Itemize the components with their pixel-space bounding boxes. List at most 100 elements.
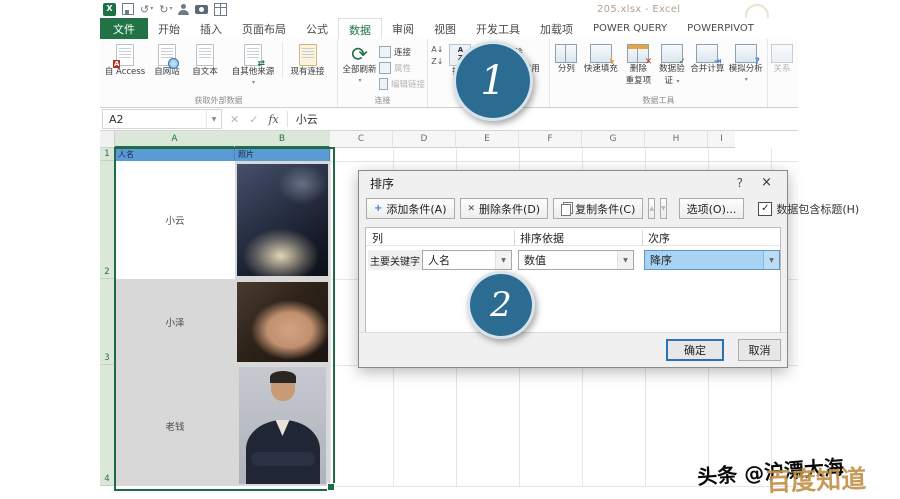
column-dropdown[interactable]: 人名 ▼	[422, 250, 512, 270]
tab-power-query[interactable]: POWER QUERY	[583, 18, 677, 39]
confirm-entry-icon[interactable]: ✓	[249, 113, 258, 126]
options-button[interactable]: 选项(O)...	[678, 198, 745, 219]
cell-b1[interactable]: 照片	[235, 148, 330, 161]
tab-powerpivot[interactable]: POWERPIVOT	[677, 18, 764, 39]
refresh-all-button[interactable]: ⟳ 全部刷新 ▾	[340, 42, 379, 85]
from-web-button[interactable]: 自网站	[148, 42, 186, 78]
quick-access-toolbar: X ↺ ▾ ↻ ▾	[103, 2, 228, 16]
cell-b2[interactable]	[235, 161, 330, 279]
tab-home[interactable]: 开始	[148, 18, 190, 39]
undo-icon[interactable]: ↺ ▾	[140, 4, 153, 15]
user-icon[interactable]	[178, 3, 190, 15]
column-header-g[interactable]: G	[582, 131, 645, 148]
tab-page-layout[interactable]: 页面布局	[232, 18, 296, 39]
cell-a2-active[interactable]: 小云	[115, 161, 235, 279]
sort-dialog-titlebar[interactable]: 排序 ? ×	[359, 171, 787, 195]
column-header-f[interactable]: F	[519, 131, 582, 148]
column-header-e[interactable]: E	[456, 131, 519, 148]
help-icon[interactable]: ?	[737, 176, 743, 190]
properties-button[interactable]: 属性	[379, 62, 425, 74]
ok-button[interactable]: 确定	[666, 339, 724, 361]
text-to-columns-icon	[555, 44, 578, 63]
close-icon[interactable]: ×	[761, 175, 772, 190]
relationships-icon	[771, 44, 793, 63]
add-level-icon: +	[374, 203, 383, 214]
copy-level-icon	[561, 203, 572, 216]
row-header-1[interactable]: 1	[100, 148, 115, 161]
chevron-down-icon: ▾	[251, 78, 255, 86]
sort-on-dropdown[interactable]: 数值 ▼	[518, 250, 634, 270]
tab-insert[interactable]: 插入	[190, 18, 232, 39]
column-header-b[interactable]: B	[235, 131, 330, 148]
delete-condition-button[interactable]: ✕ 删除条件(D)	[459, 198, 549, 219]
text-to-columns-button[interactable]: 分列	[552, 42, 581, 75]
remove-duplicates-button[interactable]: ✕ 删除 重复项	[621, 42, 656, 87]
text-file-icon	[196, 44, 214, 66]
checkbox-checked-icon: ✓	[758, 201, 773, 216]
tab-view[interactable]: 视图	[424, 18, 466, 39]
edit-links-icon	[379, 78, 388, 90]
group-get-external-data: A 自 Access 自网站 自文本 ⇄ 自其他来源 ▾ 现有连接 获取外部数据	[100, 39, 338, 107]
cancel-button[interactable]: 取消	[738, 339, 781, 361]
existing-connections-button[interactable]: 现有连接	[282, 42, 332, 78]
cancel-entry-icon[interactable]: ✕	[230, 113, 239, 126]
table-icon[interactable]	[214, 2, 228, 16]
select-all-corner[interactable]	[100, 131, 115, 148]
relationships-button[interactable]: 关系	[770, 42, 794, 75]
connections-button[interactable]: 连接	[379, 46, 425, 58]
cell-a4[interactable]: 老钱	[115, 365, 235, 486]
cell-b4[interactable]	[235, 365, 330, 486]
cell-b3[interactable]	[235, 279, 330, 365]
name-box-dropdown-icon[interactable]: ▼	[206, 110, 221, 128]
delete-level-icon: ✕	[467, 203, 476, 214]
ribbon: A 自 Access 自网站 自文本 ⇄ 自其他来源 ▾ 现有连接 获取外部数据	[100, 39, 798, 108]
from-text-button[interactable]: 自文本	[186, 42, 224, 78]
column-header-d[interactable]: D	[393, 131, 456, 148]
fill-handle[interactable]	[327, 483, 335, 491]
from-other-sources-button[interactable]: ⇄ 自其他来源 ▾	[224, 42, 282, 87]
move-up-button[interactable]: ▲	[648, 198, 655, 219]
order-dropdown[interactable]: 降序 ▼	[644, 250, 780, 270]
row-header-4[interactable]: 4	[100, 365, 115, 486]
tab-review[interactable]: 审阅	[382, 18, 424, 39]
tab-formulas[interactable]: 公式	[296, 18, 338, 39]
data-validation-button[interactable]: ✓ 数据验 证 ▾	[656, 42, 689, 87]
sort-dialog-footer: 确定 取消	[359, 332, 787, 367]
chevron-down-icon: ▼	[617, 251, 633, 269]
sort-ascending-icon[interactable]: A↓	[431, 46, 443, 54]
name-box[interactable]: A2 ▼	[102, 109, 222, 129]
tab-developer[interactable]: 开发工具	[466, 18, 530, 39]
existing-connections-icon	[298, 44, 317, 66]
column-header-a[interactable]: A	[115, 131, 235, 148]
cell-a1[interactable]: 人名	[115, 148, 235, 161]
copy-condition-button[interactable]: 复制条件(C)	[553, 198, 644, 219]
data-validation-icon: ✓	[660, 44, 686, 67]
row-header-3[interactable]: 3	[100, 279, 115, 365]
insert-function-icon[interactable]: fx	[268, 113, 278, 126]
tab-file[interactable]: 文件	[100, 18, 148, 39]
ribbon-tabs: 文件 开始 插入 页面布局 公式 数据 审阅 视图 开发工具 加载项 POWER…	[100, 18, 798, 40]
flash-fill-button[interactable]: ϟ 快速填充	[581, 42, 621, 75]
column-header-h[interactable]: H	[645, 131, 708, 148]
redo-icon[interactable]: ↻ ▾	[159, 4, 172, 15]
tab-data[interactable]: 数据	[338, 18, 382, 40]
sort-dialog: 排序 ? × + 添加条件(A) ✕ 删除条件(D) 复制条件(C) ▲ ▼ 选…	[358, 170, 859, 368]
consolidate-button[interactable]: ⇥ 合并计算	[688, 42, 726, 75]
what-if-analysis-button[interactable]: ? 模拟分析 ▾	[727, 42, 765, 84]
edit-links-button[interactable]: 编辑链接	[379, 78, 425, 90]
photo-woman-face	[237, 282, 328, 362]
sort-descending-icon[interactable]: Z↓	[431, 58, 443, 66]
tab-add-ins[interactable]: 加载项	[530, 18, 583, 39]
move-down-button[interactable]: ▼	[660, 198, 667, 219]
row-header-2[interactable]: 2	[100, 161, 115, 279]
dialog-title: 排序	[370, 176, 395, 191]
add-condition-button[interactable]: + 添加条件(A)	[366, 198, 455, 219]
column-header-i[interactable]: I	[708, 131, 735, 148]
header-checkbox[interactable]: ✓ 数据包含标题(H)	[758, 201, 859, 217]
formula-content[interactable]: 小云	[288, 111, 318, 127]
camera-icon[interactable]	[195, 4, 209, 14]
column-header-c[interactable]: C	[330, 131, 393, 148]
from-access-button[interactable]: A 自 Access	[102, 42, 148, 78]
save-icon[interactable]	[122, 3, 134, 15]
cell-a3[interactable]: 小泽	[115, 279, 235, 365]
